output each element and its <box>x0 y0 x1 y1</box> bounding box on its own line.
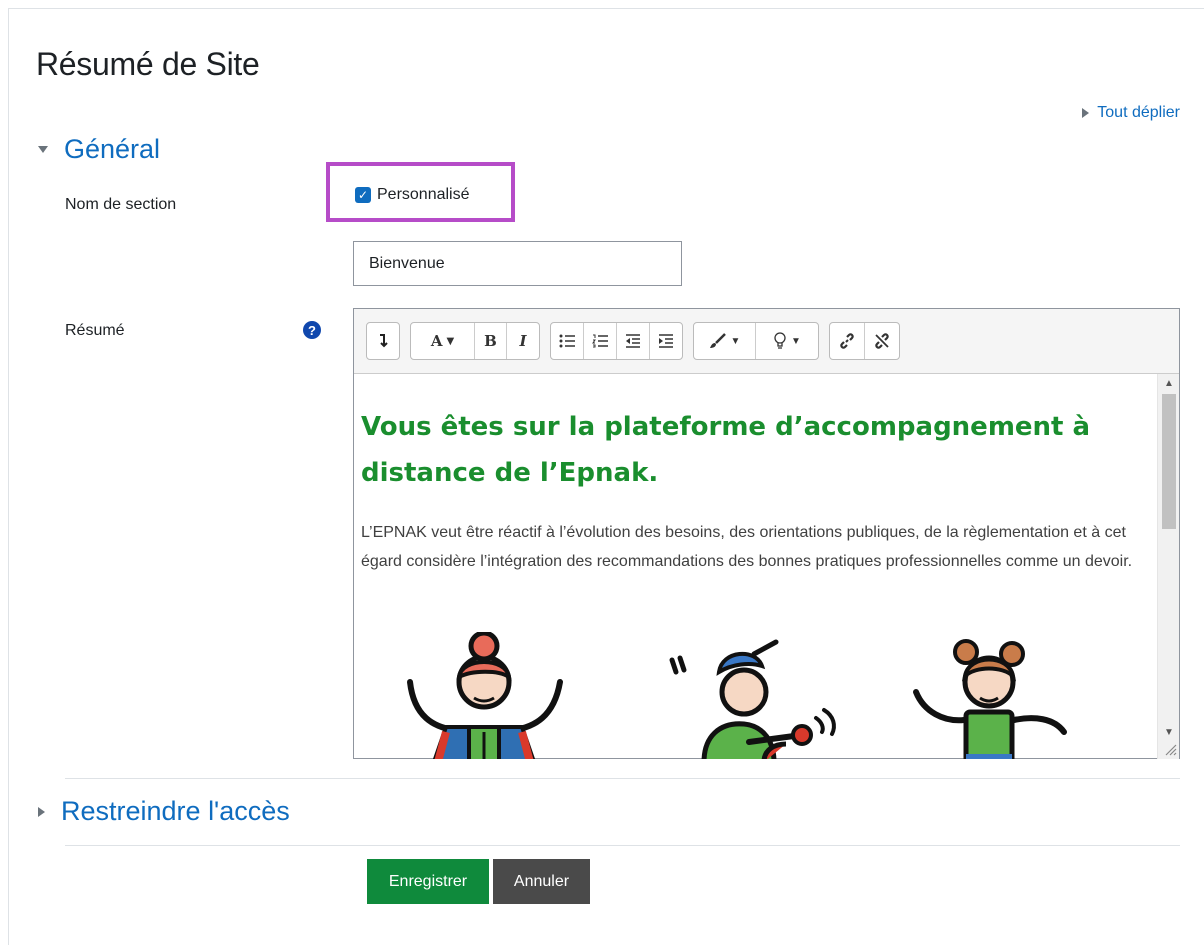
editor-toolbar: A ▼ B I ▼ ▼ <box>354 309 1179 374</box>
caret-right-icon <box>1082 108 1090 118</box>
section-restrict-toggle[interactable]: Restreindre l'accès <box>38 796 290 827</box>
child-right-figure <box>913 639 1067 759</box>
toolbar-group-1 <box>366 322 400 360</box>
editor-heading: Vous êtes sur la plateforme d’accompagne… <box>361 412 1091 488</box>
caret-down-icon <box>38 146 48 153</box>
help-icon[interactable]: ? <box>303 321 321 339</box>
expand-all-link[interactable]: Tout déplier <box>1082 104 1180 122</box>
editor-content[interactable]: Vous êtes sur la plateforme d’accompagne… <box>354 374 1156 759</box>
divider <box>65 845 1180 846</box>
scroll-up-icon[interactable]: ▲ <box>1158 374 1180 392</box>
section-general-toggle[interactable]: Général <box>38 134 160 165</box>
toolbar-group-5 <box>829 322 900 360</box>
outdent-icon[interactable] <box>617 323 650 359</box>
scroll-down-icon[interactable]: ▼ <box>1158 723 1180 741</box>
children-illustration <box>407 632 1067 759</box>
page-title: Résumé de Site <box>36 46 260 82</box>
child-middle-figure <box>669 639 836 759</box>
divider <box>65 778 1180 779</box>
section-general-title: Général <box>64 134 161 164</box>
italic-icon[interactable]: I <box>507 323 539 359</box>
brush-icon[interactable]: ▼ <box>694 323 756 359</box>
summary-editor[interactable]: A ▼ B I ▼ ▼ Vous êtes sur la plateforme … <box>353 308 1180 759</box>
save-button[interactable]: Enregistrer <box>367 859 489 904</box>
toolbar-group-3 <box>550 322 683 360</box>
custom-checkbox[interactable]: ✓ Personnalisé <box>355 186 470 204</box>
bold-icon[interactable]: B <box>475 323 507 359</box>
section-name-label: Nom de section <box>65 196 177 213</box>
unlink-icon[interactable] <box>865 323 899 359</box>
font-style-icon[interactable]: A ▼ <box>411 323 475 359</box>
bulb-icon[interactable]: ▼ <box>756 323 818 359</box>
expand-icon[interactable] <box>367 323 399 359</box>
cancel-button[interactable]: Annuler <box>493 859 590 904</box>
resize-grip-icon[interactable] <box>1163 742 1177 756</box>
link-icon[interactable] <box>830 323 865 359</box>
summary-label: Résumé <box>65 322 125 339</box>
editor-paragraph: L’EPNAK veut être réactif à l’évolution … <box>361 524 1133 570</box>
section-name-input[interactable] <box>353 241 682 286</box>
section-restrict-title: Restreindre l'accès <box>61 796 290 826</box>
toolbar-group-4: ▼ ▼ <box>693 322 819 360</box>
expand-all-label: Tout déplier <box>1097 104 1180 121</box>
numbered-list-icon[interactable] <box>584 323 617 359</box>
child-left-figure <box>407 632 563 759</box>
toolbar-group-2: A ▼ B I <box>410 322 540 360</box>
caret-right-icon <box>38 806 45 817</box>
scroll-thumb[interactable] <box>1162 394 1176 529</box>
checkbox-checked-icon[interactable]: ✓ <box>355 187 371 203</box>
indent-icon[interactable] <box>650 323 682 359</box>
bullet-list-icon[interactable] <box>551 323 584 359</box>
custom-checkbox-label: Personnalisé <box>377 186 470 203</box>
editor-scrollbar[interactable]: ▲ ▼ <box>1157 374 1179 759</box>
